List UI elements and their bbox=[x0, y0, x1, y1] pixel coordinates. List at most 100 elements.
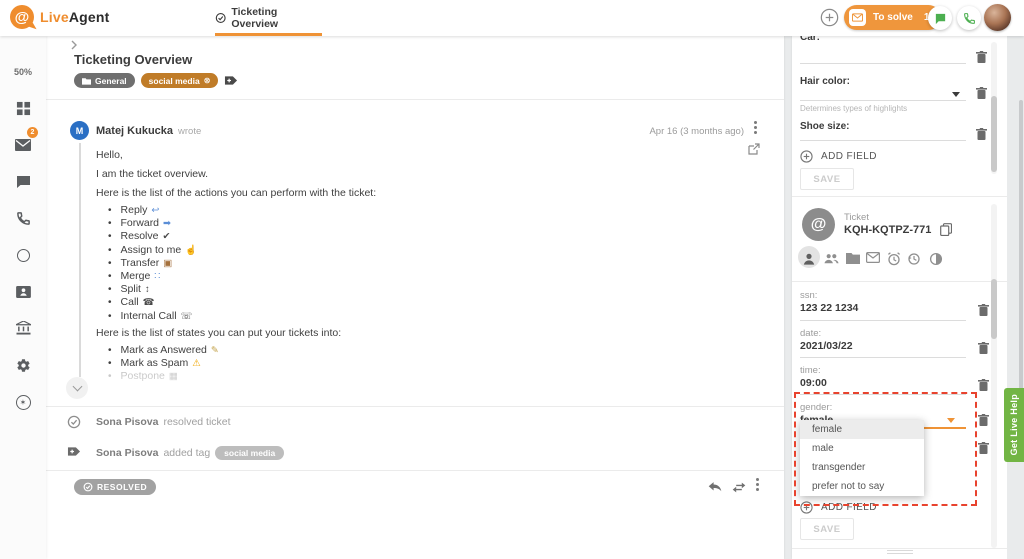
event-row: Sona Pisova resolved ticket bbox=[96, 416, 231, 428]
list-item: Mark as Answered✎ bbox=[108, 344, 219, 357]
add-field-button[interactable]: ADD FIELD bbox=[800, 150, 877, 163]
gender-dropdown-caret[interactable] bbox=[947, 418, 955, 423]
event-tag-pill: social media bbox=[215, 446, 284, 460]
tab-contact-person-icon[interactable] bbox=[802, 252, 816, 266]
expand-message-button[interactable] bbox=[66, 377, 88, 399]
sidebar-item-academy[interactable] bbox=[0, 316, 46, 340]
sidebar-item-automation[interactable] bbox=[0, 243, 46, 267]
sidebar-item-chats[interactable] bbox=[0, 170, 46, 194]
to-solve-button[interactable]: To solve 1 bbox=[844, 5, 941, 30]
tab-company-icon[interactable] bbox=[846, 252, 860, 264]
dashboard-grid-icon bbox=[16, 101, 31, 116]
tab-mail-icon[interactable] bbox=[866, 252, 880, 263]
wrote-label: wrote bbox=[178, 126, 201, 137]
calls-button[interactable] bbox=[957, 6, 981, 30]
folder-icon bbox=[82, 77, 91, 85]
tab-history-icon[interactable] bbox=[907, 252, 921, 266]
list-item: Resolve✔ bbox=[108, 230, 197, 243]
zoom-level-control[interactable]: 50% bbox=[0, 60, 46, 84]
app-window: @ LiveAgent Ticketing Overview To solve … bbox=[0, 0, 1024, 559]
ticket-thread-panel: Ticketing Overview General social media … bbox=[46, 36, 784, 559]
event-action: added tag bbox=[163, 447, 210, 459]
delete-field-button[interactable] bbox=[978, 379, 989, 392]
tab-ticketing-overview[interactable]: Ticketing Overview bbox=[215, 0, 322, 36]
field-underline bbox=[800, 140, 966, 141]
add-field-button[interactable]: ADD FIELD bbox=[800, 501, 877, 514]
user-avatar[interactable] bbox=[984, 4, 1011, 31]
to-solve-label: To solve bbox=[873, 12, 913, 23]
chats-button[interactable] bbox=[928, 6, 952, 30]
gender-option-prefer-not[interactable]: prefer not to say bbox=[800, 477, 924, 496]
field-label-hair: Hair color: bbox=[800, 76, 850, 87]
divider bbox=[792, 548, 1007, 549]
gender-option-male[interactable]: male bbox=[800, 439, 924, 458]
sidebar-item-tickets[interactable]: 2 bbox=[0, 133, 46, 157]
transfer-emoji: ▣ bbox=[163, 257, 172, 270]
tab-group-icon[interactable] bbox=[824, 252, 839, 265]
department-tag[interactable]: General bbox=[74, 73, 135, 88]
transfer-button[interactable] bbox=[732, 482, 746, 493]
delete-field-button[interactable] bbox=[976, 87, 987, 100]
list-item: Postpone▦ bbox=[108, 370, 219, 383]
footer-menu-button[interactable] bbox=[756, 483, 759, 486]
left-sidebar: 50% 2 bbox=[0, 36, 46, 559]
add-tag-button[interactable] bbox=[224, 74, 238, 87]
save-button-disabled[interactable]: SAVE bbox=[800, 518, 854, 540]
save-button-disabled[interactable]: SAVE bbox=[800, 168, 854, 190]
sidebar-item-contacts[interactable] bbox=[0, 280, 46, 304]
gender-option-transgender[interactable]: transgender bbox=[800, 458, 924, 477]
sidebar-item-settings[interactable] bbox=[0, 353, 46, 377]
ticket-tag[interactable]: social media ⊗ bbox=[141, 73, 219, 88]
field-value-ssn[interactable]: 123 22 1234 bbox=[800, 302, 858, 314]
get-live-help-tab[interactable]: Get Live Help bbox=[1004, 388, 1024, 462]
delete-field-button[interactable] bbox=[978, 442, 989, 455]
forward-emoji: ➡ bbox=[163, 217, 171, 230]
message-menu-button[interactable] bbox=[754, 126, 757, 129]
delete-field-button[interactable] bbox=[978, 342, 989, 355]
list-item: Forward➡ bbox=[108, 217, 197, 230]
sidebar-item-dashboard[interactable] bbox=[0, 96, 46, 120]
open-in-new-icon[interactable] bbox=[748, 143, 760, 155]
check-circle-icon bbox=[215, 12, 226, 24]
resize-handle[interactable] bbox=[887, 550, 913, 554]
collapse-chevron-icon[interactable] bbox=[69, 40, 79, 50]
copy-code-button[interactable] bbox=[940, 223, 952, 236]
add-field-label: ADD FIELD bbox=[821, 151, 877, 162]
reply-button[interactable] bbox=[708, 481, 722, 493]
field-value-time[interactable]: 09:00 bbox=[800, 377, 827, 389]
page-scrollbar-thumb[interactable] bbox=[1019, 100, 1023, 400]
ticket-code: KQH-KQTPZ-771 bbox=[844, 224, 931, 236]
divider bbox=[46, 470, 784, 471]
liveagent-logo[interactable]: @ LiveAgent bbox=[10, 5, 110, 29]
scrollbar-thumb[interactable] bbox=[991, 96, 997, 172]
delete-field-button[interactable] bbox=[978, 414, 989, 427]
delete-field-button[interactable] bbox=[976, 51, 987, 64]
remove-tag-icon[interactable]: ⊗ bbox=[204, 76, 211, 85]
event-actor: Sona Pisova bbox=[96, 447, 158, 459]
sidebar-item-addons[interactable]: ✶ bbox=[0, 390, 46, 414]
tab-alarm-icon[interactable] bbox=[887, 252, 901, 266]
mail-icon bbox=[15, 139, 31, 151]
field-value-date[interactable]: 2021/03/22 bbox=[800, 340, 853, 352]
phone-icon bbox=[963, 12, 976, 25]
actions-list: Reply↩ Forward➡ Resolve✔ Assign to me☝ T… bbox=[108, 204, 197, 323]
thread-line bbox=[79, 143, 81, 377]
event-actor: Sona Pisova bbox=[96, 416, 158, 428]
list-item: Call☎ bbox=[108, 296, 197, 309]
message-greeting: Hello, bbox=[96, 149, 123, 161]
internal-call-emoji: ☏ bbox=[181, 310, 193, 323]
sidebar-item-calls[interactable] bbox=[0, 206, 46, 230]
status-label: RESOLVED bbox=[97, 482, 147, 492]
delete-field-button[interactable] bbox=[976, 128, 987, 141]
add-new-button[interactable] bbox=[820, 8, 839, 27]
split-emoji: ↕ bbox=[145, 283, 150, 296]
field-label-shoe: Shoe size: bbox=[800, 121, 849, 132]
tab-contrast-icon[interactable] bbox=[929, 252, 943, 266]
gender-dropdown-menu: female male transgender prefer not to sa… bbox=[800, 420, 924, 496]
dropdown-caret-icon[interactable] bbox=[952, 92, 960, 97]
list-item: Reply↩ bbox=[108, 204, 197, 217]
gender-option-female[interactable]: female bbox=[800, 420, 924, 439]
scrollbar-thumb[interactable] bbox=[991, 279, 997, 339]
chat-icon bbox=[934, 12, 947, 25]
delete-field-button[interactable] bbox=[978, 304, 989, 317]
